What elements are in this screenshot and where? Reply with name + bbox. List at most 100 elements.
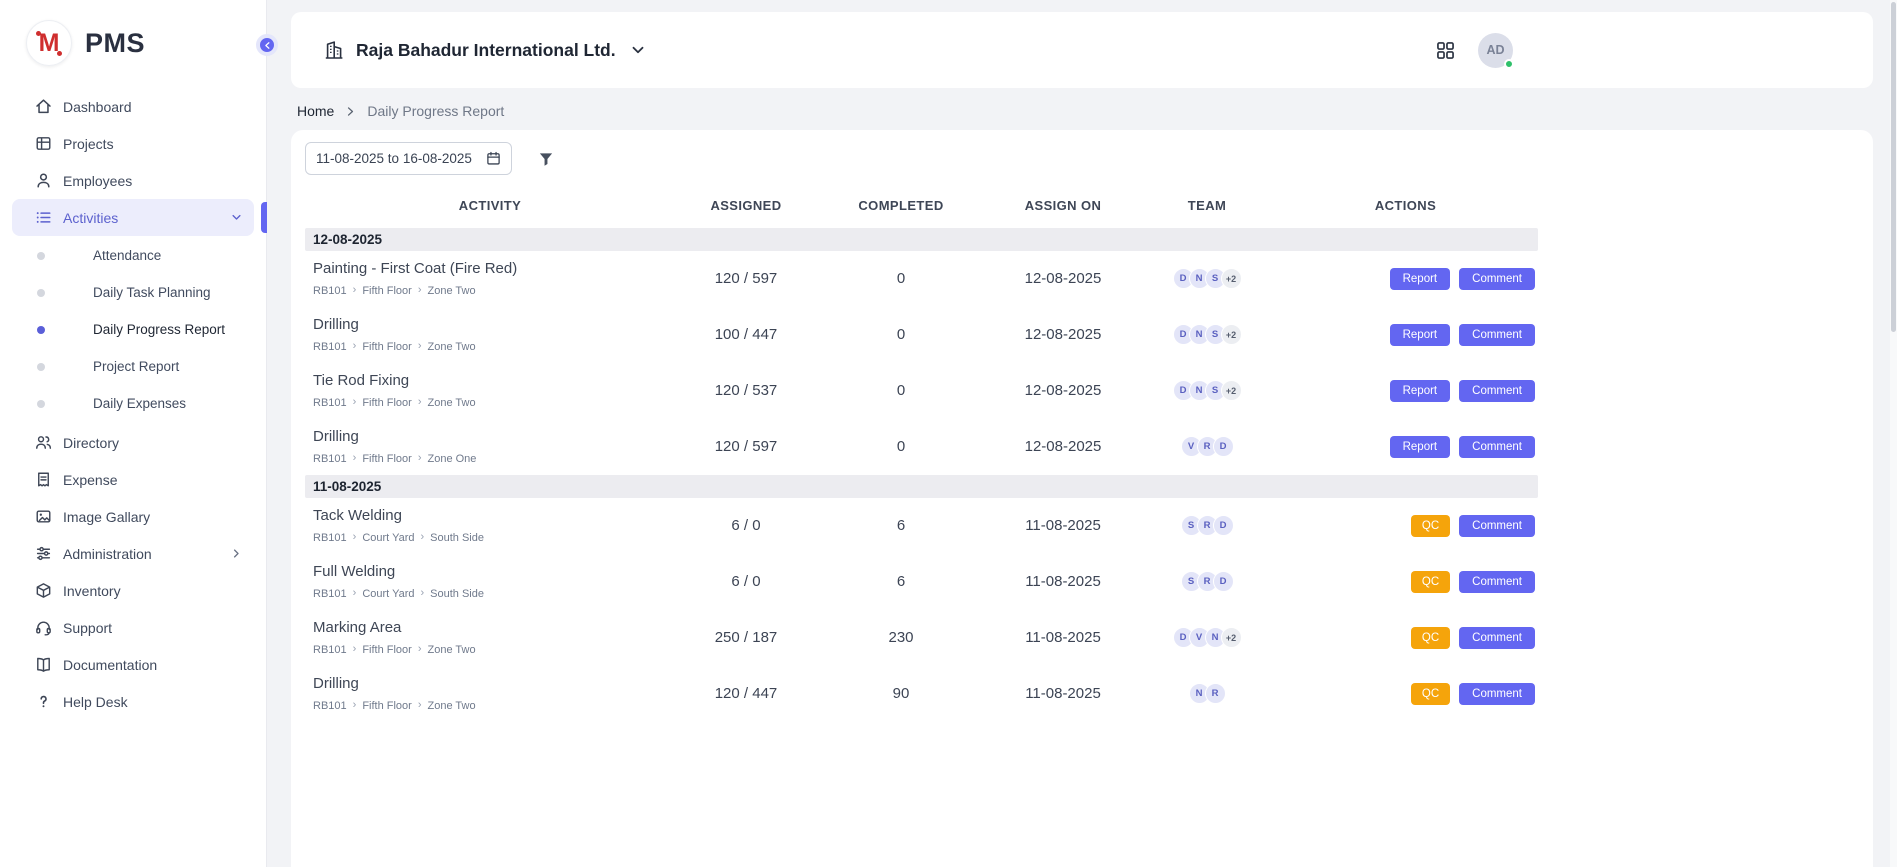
scrollbar-thumb[interactable] bbox=[1891, 2, 1896, 332]
report-button[interactable]: Report bbox=[1390, 380, 1451, 402]
report-button[interactable]: Report bbox=[1390, 436, 1451, 458]
activity-name: Painting - First Coat (Fire Red) bbox=[313, 260, 675, 277]
chevron-right-icon: › bbox=[353, 700, 357, 711]
team-avatars[interactable]: DVN+2 bbox=[1173, 627, 1242, 648]
comment-button[interactable]: Comment bbox=[1459, 436, 1535, 458]
sidebar-subitem-label: Daily Progress Report bbox=[93, 322, 225, 337]
chevron-right-icon: › bbox=[353, 397, 357, 408]
home-icon bbox=[34, 97, 53, 116]
bullet-icon bbox=[37, 400, 45, 408]
sidebar-item-projects[interactable]: Projects bbox=[12, 125, 254, 162]
breadcrumb-home[interactable]: Home bbox=[297, 103, 334, 119]
progress-report-table: ACTIVITYASSIGNEDCOMPLETEDASSIGN ONTEAMAC… bbox=[305, 182, 1538, 722]
team-extra-count[interactable]: +2 bbox=[1221, 380, 1242, 401]
completed-value: 0 bbox=[817, 326, 985, 343]
chevron-right-icon: › bbox=[353, 588, 357, 599]
sidebar-item-directory[interactable]: Directory bbox=[12, 424, 254, 461]
team-avatars[interactable]: DNS+2 bbox=[1173, 268, 1242, 289]
sidebar-item-image-gallery[interactable]: Image Gallary bbox=[12, 498, 254, 535]
sidebar-item-administration[interactable]: Administration bbox=[12, 535, 254, 572]
sidebar-nav: Dashboard Projects Employees Activities … bbox=[0, 82, 266, 720]
path-segment: Fifth Floor bbox=[362, 453, 412, 465]
qc-button[interactable]: QC bbox=[1411, 515, 1450, 537]
comment-button[interactable]: Comment bbox=[1459, 627, 1535, 649]
filter-icon[interactable] bbox=[537, 150, 555, 168]
date-group-header: 11-08-2025 bbox=[305, 475, 1538, 498]
page-scrollbar[interactable] bbox=[1890, 0, 1897, 867]
chevron-right-icon: › bbox=[353, 285, 357, 296]
activity-name: Drilling bbox=[313, 428, 675, 445]
sidebar-item-documentation[interactable]: Documentation bbox=[12, 646, 254, 683]
comment-button[interactable]: Comment bbox=[1459, 571, 1535, 593]
sidebar-item-label: Support bbox=[63, 620, 112, 636]
sidebar-subitem-daily-task-planning[interactable]: Daily Task Planning bbox=[0, 274, 266, 311]
sidebar-item-activities[interactable]: Activities bbox=[12, 199, 254, 236]
chevron-right-icon: › bbox=[353, 532, 357, 543]
sidebar-item-expense[interactable]: Expense bbox=[12, 461, 254, 498]
team-avatars[interactable]: SRD bbox=[1181, 515, 1234, 536]
comment-button[interactable]: Comment bbox=[1459, 268, 1535, 290]
sidebar-item-help-desk[interactable]: Help Desk bbox=[12, 683, 254, 720]
sidebar-item-support[interactable]: Support bbox=[12, 609, 254, 646]
activity-name: Tack Welding bbox=[313, 507, 675, 524]
activity-location-path: RB101›Fifth Floor›Zone Two bbox=[313, 285, 675, 297]
sidebar-item-employees[interactable]: Employees bbox=[12, 162, 254, 199]
qc-button[interactable]: QC bbox=[1411, 683, 1450, 705]
comment-button[interactable]: Comment bbox=[1459, 380, 1535, 402]
apps-grid-icon[interactable] bbox=[1435, 40, 1456, 61]
qc-button[interactable]: QC bbox=[1411, 571, 1450, 593]
team-member-avatar[interactable]: D bbox=[1213, 515, 1234, 536]
path-segment: RB101 bbox=[313, 453, 347, 465]
people-icon bbox=[34, 433, 53, 452]
comment-button[interactable]: Comment bbox=[1459, 683, 1535, 705]
team-avatars[interactable]: SRD bbox=[1181, 571, 1234, 592]
report-button[interactable]: Report bbox=[1390, 324, 1451, 346]
sidebar-subitem-attendance[interactable]: Attendance bbox=[0, 237, 266, 274]
team-member-avatar[interactable]: R bbox=[1205, 683, 1226, 704]
user-avatar[interactable]: AD bbox=[1478, 33, 1513, 68]
list-icon bbox=[34, 208, 53, 227]
assign-on-value: 11-08-2025 bbox=[985, 517, 1141, 534]
team-avatars[interactable]: VRD bbox=[1181, 436, 1234, 457]
assigned-value: 6 / 0 bbox=[675, 517, 817, 534]
company-selector[interactable]: Raja Bahadur International Ltd. bbox=[323, 39, 647, 61]
activity-location-path: RB101›Fifth Floor›Zone Two bbox=[313, 700, 675, 712]
team-extra-count[interactable]: +2 bbox=[1221, 324, 1242, 345]
chevron-right-icon: › bbox=[418, 453, 422, 464]
question-icon bbox=[34, 692, 53, 711]
sidebar-item-dashboard[interactable]: Dashboard bbox=[12, 88, 254, 125]
sidebar-subitem-daily-expenses[interactable]: Daily Expenses bbox=[0, 385, 266, 422]
sidebar-subitem-project-report[interactable]: Project Report bbox=[0, 348, 266, 385]
team-avatars[interactable]: DNS+2 bbox=[1173, 380, 1242, 401]
breadcrumb-current: Daily Progress Report bbox=[367, 103, 504, 119]
completed-value: 6 bbox=[817, 517, 985, 534]
logo-icon: M bbox=[26, 20, 72, 66]
column-header: ACTIONS bbox=[1273, 198, 1538, 213]
chevron-right-icon: › bbox=[418, 644, 422, 655]
assign-on-value: 11-08-2025 bbox=[985, 629, 1141, 646]
team-member-avatar[interactable]: D bbox=[1213, 571, 1234, 592]
sidebar-item-label: Projects bbox=[63, 136, 114, 152]
breadcrumb: Home Daily Progress Report bbox=[297, 103, 1873, 119]
team-avatars[interactable]: NR bbox=[1189, 683, 1226, 704]
date-range-picker[interactable] bbox=[305, 142, 512, 175]
completed-value: 90 bbox=[817, 685, 985, 702]
path-segment: RB101 bbox=[313, 700, 347, 712]
sidebar-collapse-button[interactable] bbox=[256, 34, 278, 56]
path-segment: Court Yard bbox=[362, 532, 414, 544]
comment-button[interactable]: Comment bbox=[1459, 515, 1535, 537]
app-root: M PMS Dashboard Projects Employees Activ… bbox=[0, 0, 1897, 867]
date-range-input[interactable] bbox=[316, 151, 477, 166]
path-segment: Zone One bbox=[428, 453, 477, 465]
team-extra-count[interactable]: +2 bbox=[1221, 268, 1242, 289]
sidebar-item-inventory[interactable]: Inventory bbox=[12, 572, 254, 609]
sidebar-subitem-daily-progress-report[interactable]: Daily Progress Report bbox=[0, 311, 266, 348]
team-avatars[interactable]: DNS+2 bbox=[1173, 324, 1242, 345]
comment-button[interactable]: Comment bbox=[1459, 324, 1535, 346]
activity-location-path: RB101›Fifth Floor›Zone One bbox=[313, 453, 675, 465]
sidebar-item-label: Help Desk bbox=[63, 694, 128, 710]
team-member-avatar[interactable]: D bbox=[1213, 436, 1234, 457]
report-button[interactable]: Report bbox=[1390, 268, 1451, 290]
team-extra-count[interactable]: +2 bbox=[1221, 627, 1242, 648]
qc-button[interactable]: QC bbox=[1411, 627, 1450, 649]
